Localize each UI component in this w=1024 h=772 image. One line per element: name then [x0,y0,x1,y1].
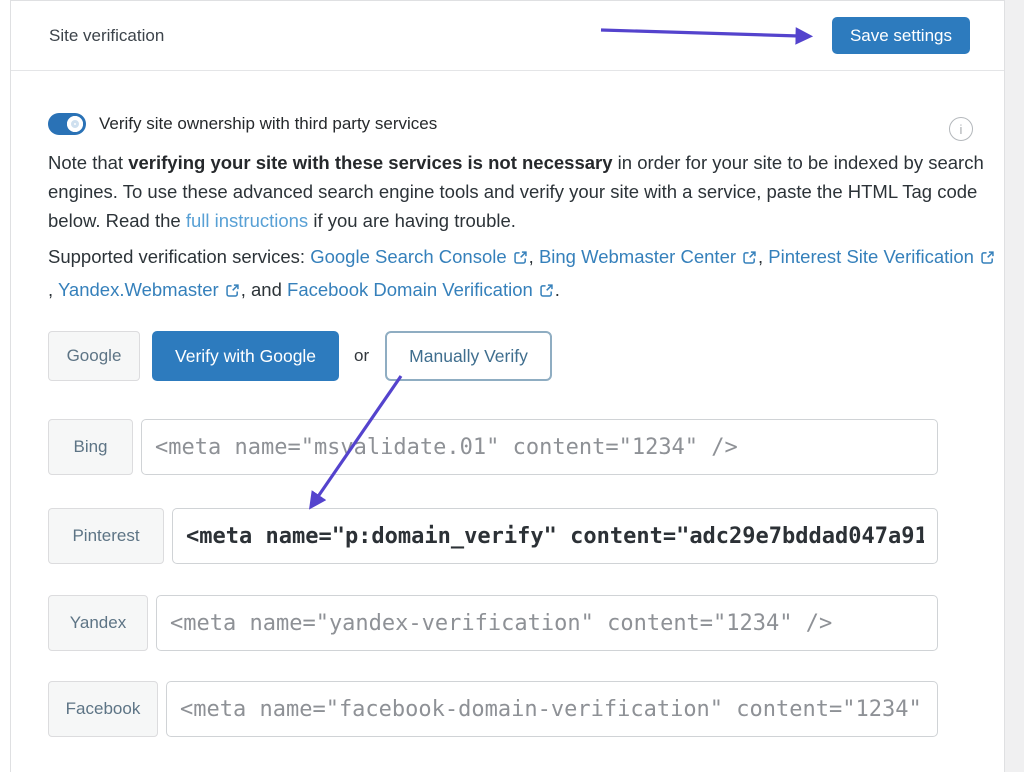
note-bold-text: verifying your site with these services … [128,152,612,173]
pinterest-verification-row: Pinterest [48,508,938,564]
facebook-meta-tag-input[interactable] [166,681,938,737]
google-label: Google [48,331,140,381]
separator-text: , and [241,279,287,300]
info-icon[interactable]: i [949,117,973,141]
separator-text: . [555,279,560,300]
card-header: Site verification Save settings [11,1,1004,71]
external-link-icon [980,250,995,265]
page-background-strip [1005,0,1024,772]
external-link-icon [742,250,757,265]
pinterest-label: Pinterest [48,508,164,564]
toggle-row: Verify site ownership with third party s… [48,113,1004,135]
separator-text: , [758,246,768,267]
or-text: or [354,346,369,366]
google-search-console-link[interactable]: Google Search Console [310,246,506,267]
note-paragraph: Note that verifying your site with these… [48,148,996,235]
services-paragraph: Supported verification services: Google … [48,240,996,306]
services-prefix: Supported verification services: [48,246,310,267]
bing-verification-row: Bing [48,419,938,475]
full-instructions-link[interactable]: full instructions [186,210,308,231]
info-icon-glyph: i [960,122,963,137]
yandex-verification-row: Yandex [48,595,938,651]
yandex-meta-tag-input[interactable] [156,595,938,651]
bing-label: Bing [48,419,133,475]
facebook-domain-verification-link[interactable]: Facebook Domain Verification [287,279,533,300]
separator-text: , [529,246,539,267]
manually-verify-button[interactable]: Manually Verify [385,331,552,381]
card-content: Verify site ownership with third party s… [11,113,1004,737]
bing-webmaster-center-link[interactable]: Bing Webmaster Center [539,246,736,267]
facebook-label: Facebook [48,681,158,737]
external-link-icon [225,283,240,298]
verify-ownership-toggle[interactable] [48,113,86,135]
facebook-verification-row: Facebook [48,681,938,737]
yandex-webmaster-link[interactable]: Yandex.Webmaster [58,279,219,300]
toggle-label: Verify site ownership with third party s… [99,114,437,134]
site-verification-card: Site verification Save settings i Verify… [10,0,1005,772]
bing-meta-tag-input[interactable] [141,419,938,475]
pinterest-site-verification-link[interactable]: Pinterest Site Verification [768,246,974,267]
pinterest-meta-tag-input[interactable] [172,508,938,564]
external-link-icon [539,283,554,298]
separator-text: , [48,279,58,300]
note-suffix: if you are having trouble. [308,210,516,231]
verify-with-google-button[interactable]: Verify with Google [152,331,339,381]
yandex-label: Yandex [48,595,148,651]
note-prefix: Note that [48,152,128,173]
google-verification-row: Google Verify with Google or Manually Ve… [48,331,1004,381]
save-settings-button[interactable]: Save settings [832,17,970,54]
external-link-icon [513,250,528,265]
toggle-knob [67,116,83,132]
page-title: Site verification [49,26,164,46]
